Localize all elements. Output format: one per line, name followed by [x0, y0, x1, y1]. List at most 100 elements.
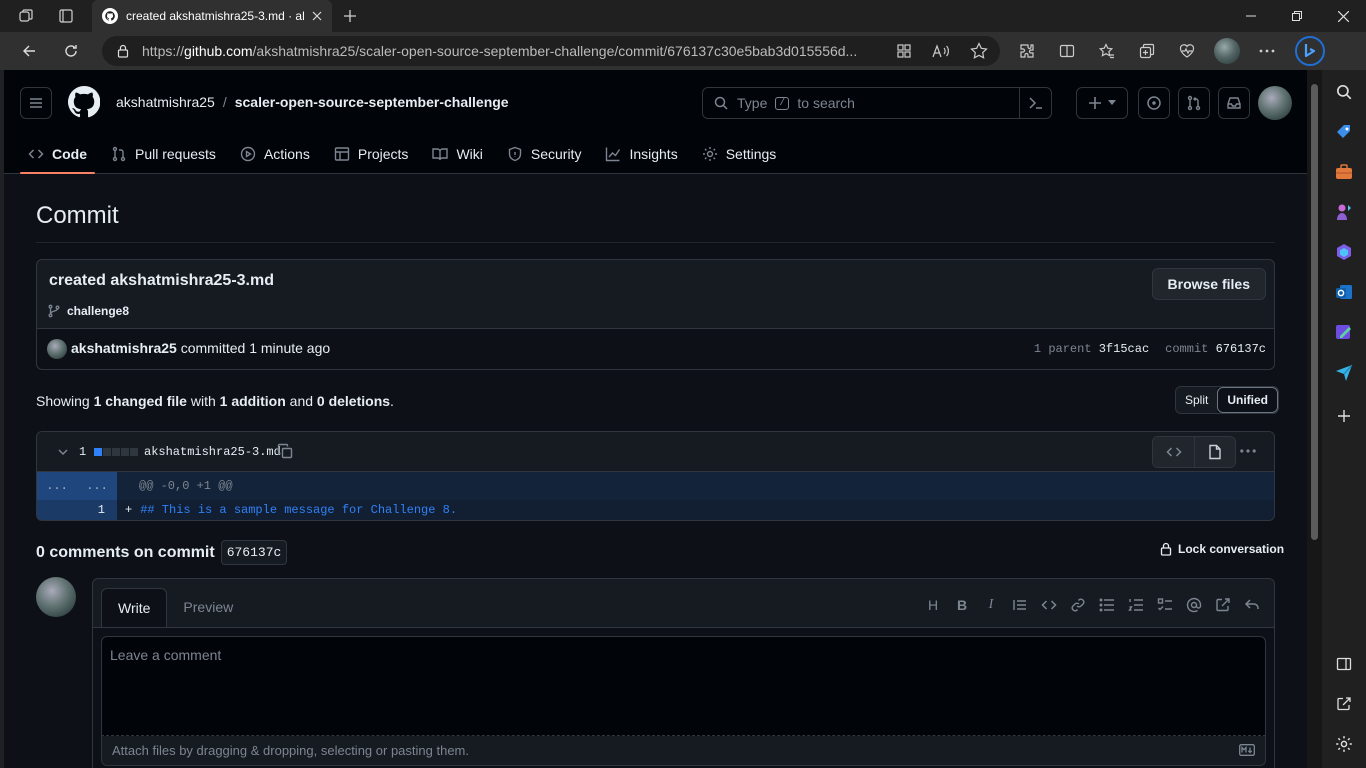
collections-icon[interactable] [1134, 38, 1160, 64]
breadcrumb-owner[interactable]: akshatmishra25 [116, 94, 215, 110]
attach-files-label: Attach files by dragging & dropping, sel… [112, 743, 469, 758]
sidebar-games-icon[interactable] [1332, 200, 1356, 224]
new-tab-button[interactable] [338, 4, 362, 28]
sidebar-outlook-icon[interactable] [1332, 280, 1356, 304]
author-name[interactable]: akshatmishra25 [71, 340, 177, 356]
split-view-button[interactable]: Split [1176, 387, 1218, 413]
tab-security[interactable]: Security [499, 134, 590, 174]
tab-actions[interactable]: Actions [232, 134, 318, 174]
inbox-button[interactable] [1218, 87, 1250, 119]
split-screen-icon[interactable] [1054, 38, 1080, 64]
browse-files-button[interactable]: Browse files [1151, 268, 1266, 300]
chevron-down-icon[interactable] [55, 444, 71, 460]
mention-button[interactable] [1186, 597, 1202, 613]
sidebar-tools-icon[interactable] [1332, 160, 1356, 184]
sidebar-settings-icon[interactable] [1332, 732, 1356, 756]
favorite-star-icon[interactable] [970, 42, 988, 60]
sidebar-designer-icon[interactable] [1332, 320, 1356, 344]
tab-projects-label: Projects [357, 146, 409, 162]
profile-avatar[interactable] [1214, 38, 1240, 64]
italic-button[interactable]: I [983, 597, 999, 613]
extensions-icon[interactable] [1014, 38, 1040, 64]
view-rich-diff-button[interactable] [1194, 437, 1235, 467]
code-button[interactable] [1041, 597, 1057, 613]
tab-wiki[interactable]: Wiki [424, 134, 490, 174]
commit-details-header: created akshatmishra25-3.md challenge8 B… [37, 260, 1274, 329]
read-aloud-icon[interactable] [932, 43, 950, 59]
tab-write[interactable]: Write [101, 588, 168, 628]
github-logo-icon[interactable] [68, 86, 100, 118]
menu-button[interactable] [20, 87, 52, 119]
minimize-button[interactable] [1228, 0, 1274, 32]
undo-button[interactable] [1244, 597, 1260, 613]
sidebar-copilot-icon[interactable] [1332, 240, 1356, 264]
restore-button[interactable] [1274, 0, 1320, 32]
search-placeholder-pre: Type [737, 95, 768, 111]
attach-files-area[interactable]: Attach files by dragging & dropping, sel… [101, 736, 1266, 766]
browser-tab-active[interactable]: created akshatmishra25-3.md · akshatmish… [92, 0, 332, 32]
sidebar-add-icon[interactable] [1332, 404, 1356, 428]
tab-projects[interactable]: Projects [326, 134, 417, 174]
search-placeholder-post: to search [797, 95, 855, 111]
scrollbar-thumb[interactable] [1311, 84, 1318, 540]
ordered-list-button[interactable] [1128, 597, 1144, 613]
link-button[interactable] [1070, 597, 1086, 613]
close-tab-icon[interactable] [312, 11, 322, 21]
unified-view-button[interactable]: Unified [1217, 387, 1279, 413]
task-list-button[interactable] [1157, 597, 1173, 613]
author-avatar[interactable] [47, 339, 67, 359]
view-source-button[interactable] [1153, 437, 1194, 467]
breadcrumb-separator: / [222, 94, 227, 110]
address-bar[interactable]: https://github.com/akshatmishra25/scaler… [102, 36, 1000, 66]
tab-preview[interactable]: Preview [167, 587, 249, 627]
heading-button[interactable]: H [925, 597, 941, 613]
sidebar-external-icon[interactable] [1332, 692, 1356, 716]
search-input[interactable]: Type / to search [702, 87, 1052, 119]
kebab-horizontal-icon[interactable] [1239, 442, 1257, 460]
settings-more-icon[interactable] [1254, 38, 1280, 64]
user-avatar[interactable] [1258, 86, 1292, 120]
github-favicon-icon [102, 8, 118, 24]
file-name-link[interactable]: akshatmishra25-3.md [144, 445, 281, 459]
copy-icon[interactable] [277, 443, 293, 459]
close-window-button[interactable] [1320, 0, 1366, 32]
copilot-icon[interactable] [1294, 35, 1326, 67]
tab-actions-icon[interactable] [46, 0, 86, 32]
sidebar-shopping-icon[interactable] [1332, 120, 1356, 144]
create-new-button[interactable] [1076, 87, 1128, 119]
browser-essentials-icon[interactable] [1174, 38, 1200, 64]
refresh-button[interactable] [52, 35, 90, 67]
commit-shas: 1 parent 3f15cac commit 676137c [1034, 342, 1266, 356]
favorites-icon[interactable] [1094, 38, 1120, 64]
sidebar-send-icon[interactable] [1332, 360, 1356, 384]
workspaces-icon[interactable] [6, 0, 46, 32]
bold-button[interactable]: B [954, 597, 970, 613]
sidebar-search-icon[interactable] [1332, 80, 1356, 104]
command-palette-button[interactable] [1019, 88, 1051, 118]
branch-link[interactable]: challenge8 [47, 304, 129, 318]
added-marker: + [125, 503, 133, 517]
parent-sha-link[interactable]: 3f15cac [1099, 342, 1149, 356]
tab-insights[interactable]: Insights [597, 134, 685, 174]
cross-reference-button[interactable] [1215, 597, 1231, 613]
tab-pull-requests[interactable]: Pull requests [103, 134, 224, 174]
issues-button[interactable] [1138, 87, 1170, 119]
comment-textarea[interactable]: Leave a comment [101, 636, 1266, 736]
sidebar-split-icon[interactable] [1332, 652, 1356, 676]
back-button[interactable] [10, 35, 48, 67]
expand-gutter[interactable]: ... ... [37, 472, 117, 500]
lock-conversation-button[interactable]: Lock conversation [1159, 542, 1284, 556]
page-scrollbar[interactable] [1307, 70, 1322, 768]
line-number[interactable]: 1 [37, 500, 117, 520]
tab-settings[interactable]: Settings [694, 134, 785, 174]
pull-requests-button[interactable] [1178, 87, 1210, 119]
quote-button[interactable] [1012, 597, 1028, 613]
gear-icon [702, 147, 717, 161]
breadcrumb-repo[interactable]: scaler-open-source-september-challenge [235, 94, 509, 110]
markdown-icon[interactable] [1239, 744, 1255, 756]
markdown-toolbar: H B I [925, 597, 1260, 613]
apps-available-icon[interactable] [896, 43, 912, 59]
unordered-list-button[interactable] [1099, 597, 1115, 613]
tab-code[interactable]: Code [20, 134, 95, 174]
comments-heading: 0 comments on commit 676137c [36, 540, 288, 565]
